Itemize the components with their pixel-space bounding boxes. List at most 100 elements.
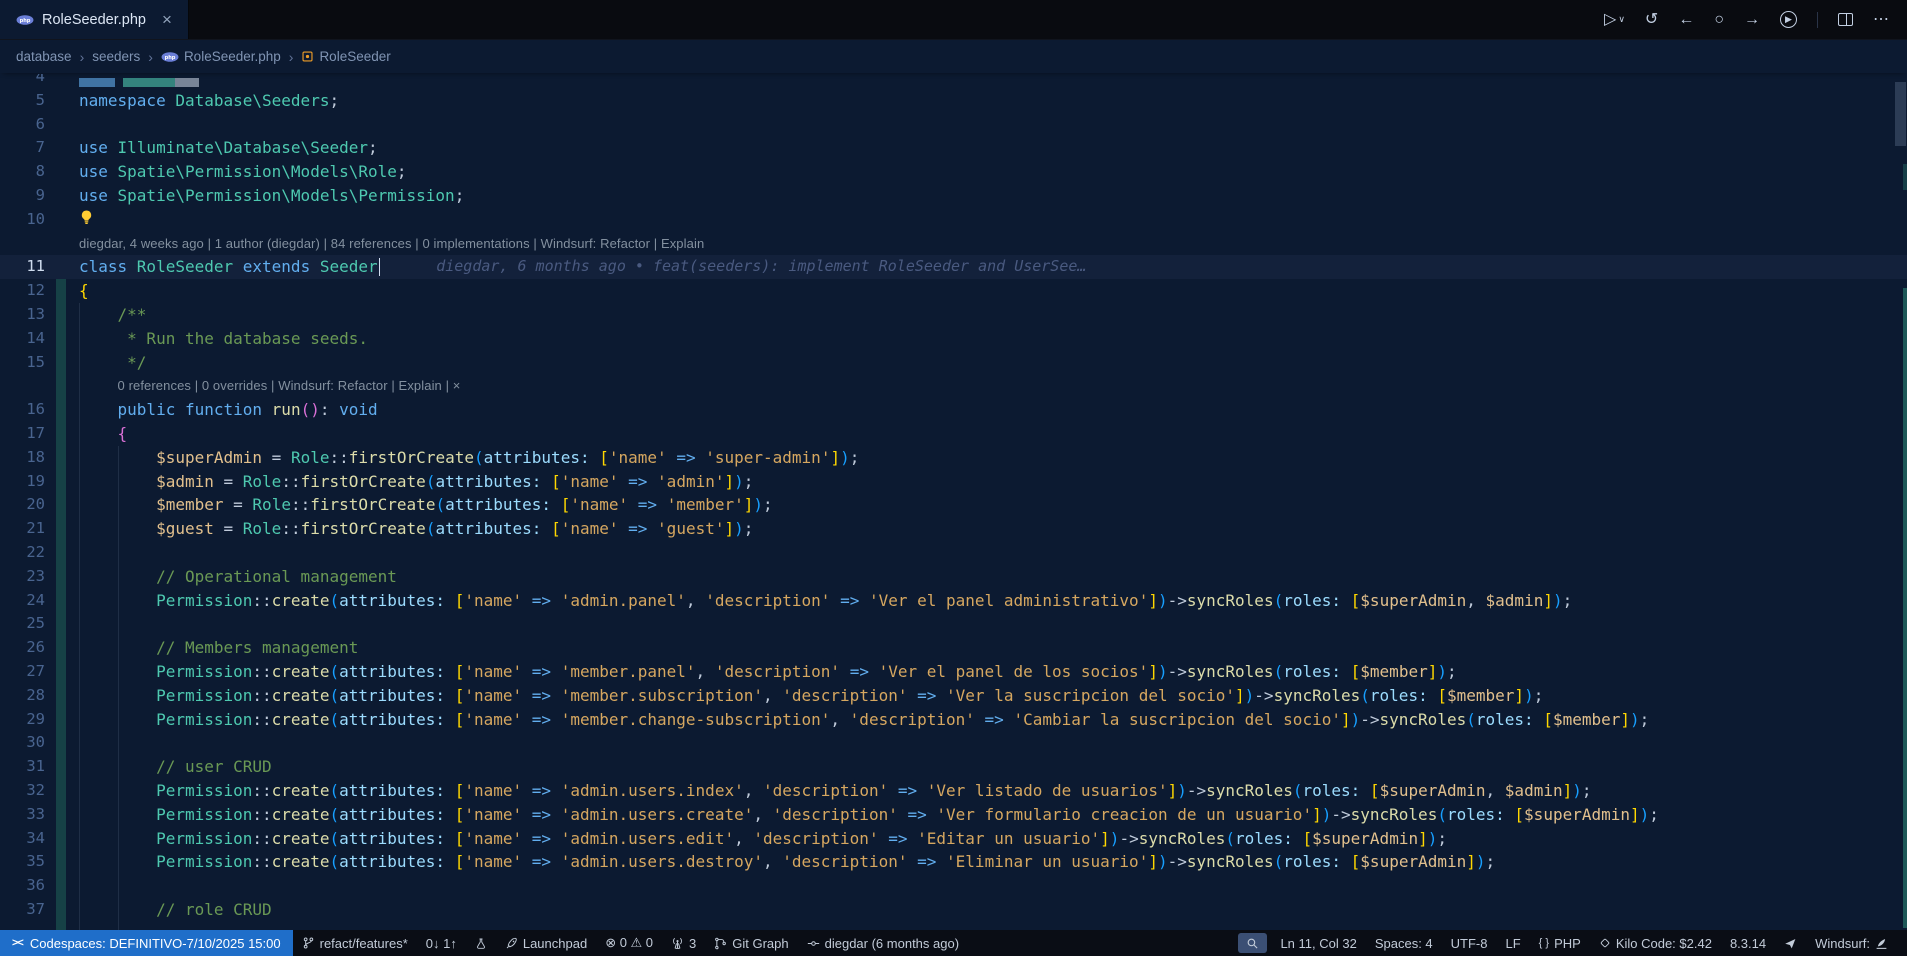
encoding[interactable]: UTF-8 bbox=[1442, 930, 1497, 956]
line-number[interactable]: 29 bbox=[0, 708, 66, 732]
line-number[interactable]: 24 bbox=[0, 589, 66, 613]
line-number[interactable]: 9 bbox=[0, 184, 66, 208]
line-number[interactable]: 8 bbox=[0, 160, 66, 184]
code-line[interactable]: 15 */ bbox=[0, 351, 1907, 375]
git-graph[interactable]: Git Graph bbox=[705, 930, 797, 956]
line-number[interactable]: 4 bbox=[0, 74, 66, 89]
line-number[interactable]: 28 bbox=[0, 684, 66, 708]
line-number[interactable]: 31 bbox=[0, 755, 66, 779]
code-line[interactable]: 28 Permission::create(attributes: ['name… bbox=[0, 684, 1907, 708]
code-line[interactable]: 31 // user CRUD bbox=[0, 755, 1907, 779]
codelens-text[interactable]: 0 references | 0 overrides | Windsurf: R… bbox=[118, 374, 461, 398]
line-number[interactable]: 26 bbox=[0, 636, 66, 660]
breadcrumb-item-database[interactable]: database bbox=[16, 49, 72, 64]
line-number[interactable]: 12 bbox=[0, 279, 66, 303]
code-line[interactable]: 24 Permission::create(attributes: ['name… bbox=[0, 589, 1907, 613]
tab-roleseeder[interactable]: php RoleSeeder.php × bbox=[0, 0, 189, 39]
code-line[interactable]: 25 bbox=[0, 612, 1907, 636]
line-number[interactable]: 37 bbox=[0, 898, 66, 922]
lightbulb-icon[interactable] bbox=[79, 208, 94, 232]
line-number[interactable]: 13 bbox=[0, 303, 66, 327]
line-number[interactable]: 33 bbox=[0, 803, 66, 827]
line-number[interactable]: 10 bbox=[0, 208, 66, 232]
code-line[interactable]: 33 Permission::create(attributes: ['name… bbox=[0, 803, 1907, 827]
line-number[interactable]: 36 bbox=[0, 874, 66, 898]
line-number[interactable]: 11 bbox=[0, 255, 66, 279]
line-number[interactable]: 34 bbox=[0, 827, 66, 851]
code-line[interactable]: 7use Illuminate\Database\Seeder; bbox=[0, 136, 1907, 160]
ports-forwarded[interactable]: 3 bbox=[662, 930, 705, 956]
commit-info[interactable]: diegdar (6 months ago) bbox=[798, 930, 968, 956]
line-number[interactable]: 30 bbox=[0, 731, 66, 755]
code-line[interactable]: 30 bbox=[0, 731, 1907, 755]
line-number[interactable]: 27 bbox=[0, 660, 66, 684]
breadcrumb-item-seeders[interactable]: seeders bbox=[92, 49, 140, 64]
line-number[interactable]: 32 bbox=[0, 779, 66, 803]
code-line[interactable]: 22 bbox=[0, 541, 1907, 565]
more-actions-icon[interactable]: ⋯ bbox=[1873, 12, 1889, 28]
line-number[interactable]: 18 bbox=[0, 446, 66, 470]
close-tab-icon[interactable]: × bbox=[162, 11, 172, 28]
codelens-row[interactable]: diegdar, 4 weeks ago | 1 author (diegdar… bbox=[0, 232, 1907, 256]
kilo-code[interactable]: Kilo Code: $2.42 bbox=[1590, 930, 1721, 956]
code-line[interactable]: 10 bbox=[0, 208, 1907, 232]
code-line[interactable]: 27 Permission::create(attributes: ['name… bbox=[0, 660, 1907, 684]
code-line[interactable]: 37 // role CRUD bbox=[0, 898, 1907, 922]
codelens-text[interactable]: diegdar, 4 weeks ago | 1 author (diegdar… bbox=[79, 232, 704, 256]
code-line[interactable]: 4 bbox=[0, 74, 1907, 89]
line-number[interactable]: 19 bbox=[0, 470, 66, 494]
breadcrumb-item-class[interactable]: RoleSeeder bbox=[301, 49, 390, 64]
language-mode[interactable]: { }PHP bbox=[1530, 930, 1590, 956]
search-toggle[interactable] bbox=[1238, 933, 1267, 953]
code-line[interactable]: 13 /** bbox=[0, 303, 1907, 327]
code-line[interactable]: 12{ bbox=[0, 279, 1907, 303]
eol[interactable]: LF bbox=[1497, 930, 1530, 956]
code-line[interactable]: 20 $member = Role::firstOrCreate(attribu… bbox=[0, 493, 1907, 517]
line-number[interactable]: 21 bbox=[0, 517, 66, 541]
indentation[interactable]: Spaces: 4 bbox=[1366, 930, 1442, 956]
line-number[interactable]: 15 bbox=[0, 351, 66, 375]
forward-icon[interactable]: → bbox=[1744, 12, 1760, 28]
code-line[interactable]: 36 bbox=[0, 874, 1907, 898]
cursor-position[interactable]: Ln 11, Col 32 bbox=[1271, 930, 1365, 956]
code-line[interactable]: 21 $guest = Role::firstOrCreate(attribut… bbox=[0, 517, 1907, 541]
code-line[interactable]: 16 public function run(): void bbox=[0, 398, 1907, 422]
line-number[interactable]: 17 bbox=[0, 422, 66, 446]
php-version[interactable]: 8.3.14 bbox=[1721, 930, 1775, 956]
run-dropdown-button[interactable]: ▷∨ bbox=[1604, 12, 1625, 28]
breadcrumb-item-file[interactable]: php RoleSeeder.php bbox=[161, 49, 281, 64]
line-number[interactable]: 7 bbox=[0, 136, 66, 160]
code-line[interactable]: 11class RoleSeeder extends Seederdiegdar… bbox=[0, 255, 1907, 279]
code-line[interactable]: 32 Permission::create(attributes: ['name… bbox=[0, 779, 1907, 803]
record-icon[interactable]: ○ bbox=[1714, 12, 1724, 28]
problems[interactable]: ⊗ 0 ⚠ 0 bbox=[596, 930, 662, 956]
code-line[interactable]: 23 // Operational management bbox=[0, 565, 1907, 589]
line-number[interactable]: 6 bbox=[0, 113, 66, 137]
code-line[interactable]: 26 // Members management bbox=[0, 636, 1907, 660]
split-editor-icon[interactable] bbox=[1838, 13, 1853, 26]
code-line[interactable]: 6 bbox=[0, 113, 1907, 137]
scrollbar-thumb[interactable] bbox=[1895, 82, 1906, 146]
run-circle-icon[interactable]: ▶ bbox=[1780, 11, 1797, 28]
line-number[interactable]: 23 bbox=[0, 565, 66, 589]
code-line[interactable]: 29 Permission::create(attributes: ['name… bbox=[0, 708, 1907, 732]
back-icon[interactable]: ← bbox=[1678, 12, 1694, 28]
line-number[interactable]: 14 bbox=[0, 327, 66, 351]
code-line[interactable] bbox=[0, 922, 1907, 930]
branch-status[interactable]: refact/features* bbox=[293, 930, 417, 956]
line-number[interactable]: 35 bbox=[0, 850, 66, 874]
line-number[interactable]: 20 bbox=[0, 493, 66, 517]
sync-status[interactable]: 0↓ 1↑ bbox=[417, 930, 466, 956]
line-number[interactable]: 25 bbox=[0, 612, 66, 636]
line-number[interactable]: 5 bbox=[0, 89, 66, 113]
remote-indicator[interactable]: >< Codespaces: DEFINITIVO-7/10/2025 15:0… bbox=[0, 930, 293, 956]
windsurf-status[interactable]: Windsurf: bbox=[1806, 930, 1897, 956]
code-line[interactable]: 18 $superAdmin = Role::firstOrCreate(att… bbox=[0, 446, 1907, 470]
code-line[interactable]: 8use Spatie\Permission\Models\Role; bbox=[0, 160, 1907, 184]
code-line[interactable]: 14 * Run the database seeds. bbox=[0, 327, 1907, 351]
launchpad[interactable]: Launchpad bbox=[496, 930, 596, 956]
code-line[interactable]: 19 $admin = Role::firstOrCreate(attribut… bbox=[0, 470, 1907, 494]
plane-status[interactable] bbox=[1775, 930, 1806, 956]
code-line[interactable]: 35 Permission::create(attributes: ['name… bbox=[0, 850, 1907, 874]
editor[interactable]: 45namespace Database\Seeders;67use Illum… bbox=[0, 74, 1907, 930]
